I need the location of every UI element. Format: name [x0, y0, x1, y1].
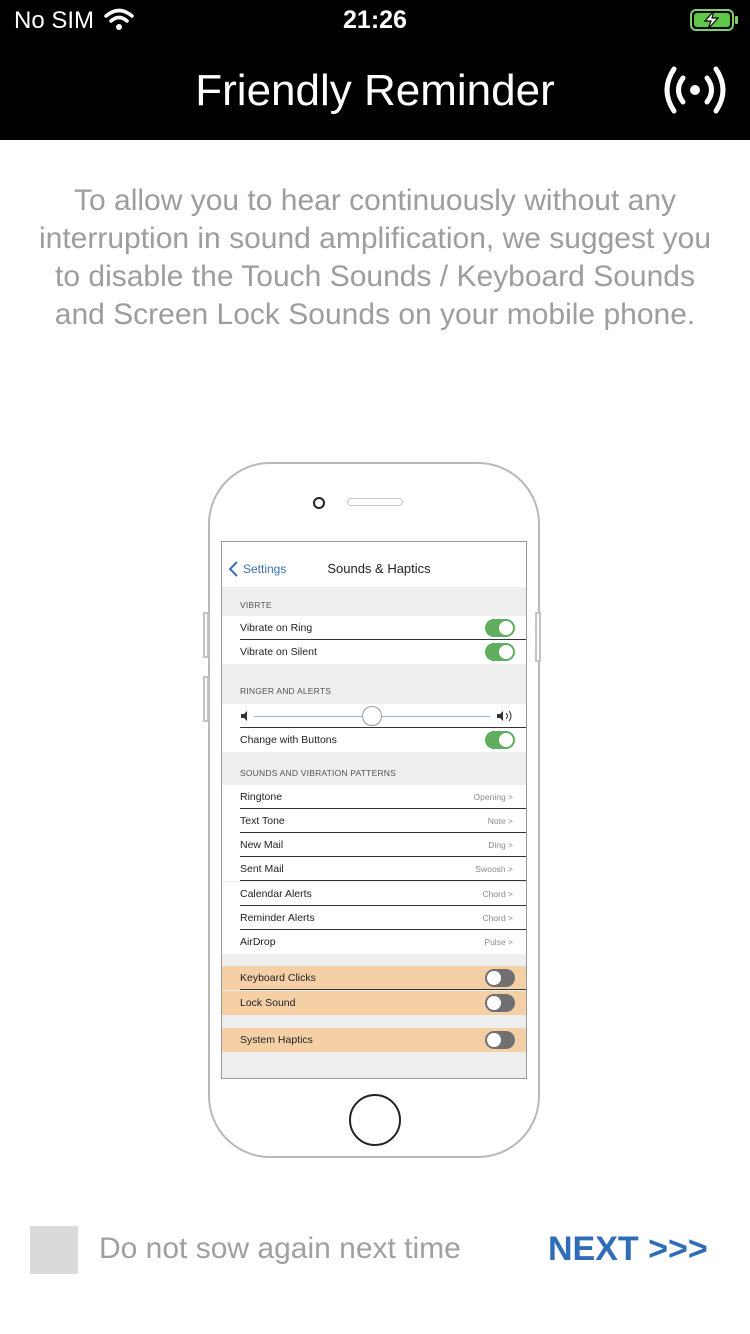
- broadcast-icon[interactable]: [660, 60, 730, 120]
- camera-dot: [313, 497, 325, 509]
- row-label: AirDrop: [240, 936, 276, 948]
- row-label: Ringtone: [240, 791, 283, 803]
- toggle-switch: [485, 994, 515, 1012]
- speaker-slot: [347, 498, 403, 506]
- volume-low-icon: [241, 711, 247, 721]
- row-value: Note >: [487, 816, 513, 826]
- row-label: Keyboard Clicks: [240, 972, 316, 984]
- list-item: New Mail Ding >: [222, 833, 526, 857]
- highlighted-row: Lock Sound: [222, 991, 526, 1015]
- volume-high-icon: [497, 710, 512, 722]
- intro-text: To allow you to hear continuously withou…: [38, 184, 712, 331]
- list-item: Reminder Alerts Chord >: [222, 906, 526, 930]
- list-item: AirDrop Pulse >: [222, 930, 526, 954]
- list-item: Text Tone Note >: [222, 809, 526, 833]
- row-label: Lock Sound: [240, 997, 296, 1009]
- highlighted-row: System Haptics: [222, 1028, 526, 1052]
- page-title: Friendly Reminder: [195, 66, 555, 115]
- list-item: Ringtone Opening >: [222, 785, 526, 809]
- do-not-show-label[interactable]: Do not sow again next time: [99, 1232, 461, 1266]
- toggle-switch: [485, 1031, 515, 1049]
- list-item: Vibrate on Silent: [222, 640, 526, 664]
- section-header: SOUNDS AND VIBRATION PATTERNS: [240, 768, 396, 778]
- row-value: Chord >: [482, 913, 513, 923]
- status-time: 21:26: [343, 6, 407, 34]
- row-label: Text Tone: [240, 815, 285, 827]
- list-item: Sent Mail Swoosh >: [222, 857, 526, 881]
- do-not-show-checkbox[interactable]: [30, 1226, 78, 1274]
- row-value: Pulse >: [484, 937, 513, 947]
- divider: [240, 880, 526, 881]
- row-label: New Mail: [240, 839, 284, 851]
- list-item: Calendar Alerts Chord >: [222, 882, 526, 906]
- highlighted-row: Keyboard Clicks: [222, 966, 526, 990]
- row-label: Sent Mail: [240, 863, 284, 875]
- volume-slider-knob: [362, 706, 382, 726]
- row-label: Vibrate on Silent: [240, 646, 317, 658]
- row-value: Opening >: [473, 792, 513, 802]
- divider: [240, 989, 526, 990]
- row-label: Vibrate on Ring: [240, 622, 313, 634]
- illustration-screen: Settings Sounds & Haptics VIBRTE Vibrate…: [221, 541, 527, 1079]
- row-label: System Haptics: [240, 1034, 313, 1046]
- list-item: Change with Buttons: [222, 728, 526, 752]
- phone-side-button: [203, 676, 209, 722]
- phone-side-button: [535, 612, 541, 662]
- home-button-illustration: [349, 1094, 401, 1146]
- battery-charging-icon: [690, 9, 738, 31]
- row-label: Change with Buttons: [240, 734, 337, 746]
- row-value: Swoosh >: [475, 864, 513, 874]
- top-bar: No SIM 21:26 Friendly Reminder: [0, 0, 750, 140]
- toggle-switch: [485, 731, 515, 749]
- section-header: RINGER AND ALERTS: [240, 686, 332, 696]
- volume-slider-row: [222, 704, 526, 728]
- settings-nav-bar: Settings Sounds & Haptics: [222, 542, 526, 587]
- list-item: Vibrate on Ring: [222, 616, 526, 640]
- row-value: Chord >: [482, 889, 513, 899]
- row-label: Calendar Alerts: [240, 888, 312, 900]
- row-value: Ding >: [488, 840, 513, 850]
- next-button[interactable]: NEXT >>>: [548, 1230, 708, 1269]
- toggle-switch: [485, 969, 515, 987]
- phone-side-button: [203, 612, 209, 658]
- toggle-switch: [485, 643, 515, 661]
- toggle-switch: [485, 619, 515, 637]
- section-header: VIBRTE: [240, 600, 272, 610]
- settings-title: Sounds & Haptics: [327, 561, 431, 576]
- row-label: Reminder Alerts: [240, 912, 315, 924]
